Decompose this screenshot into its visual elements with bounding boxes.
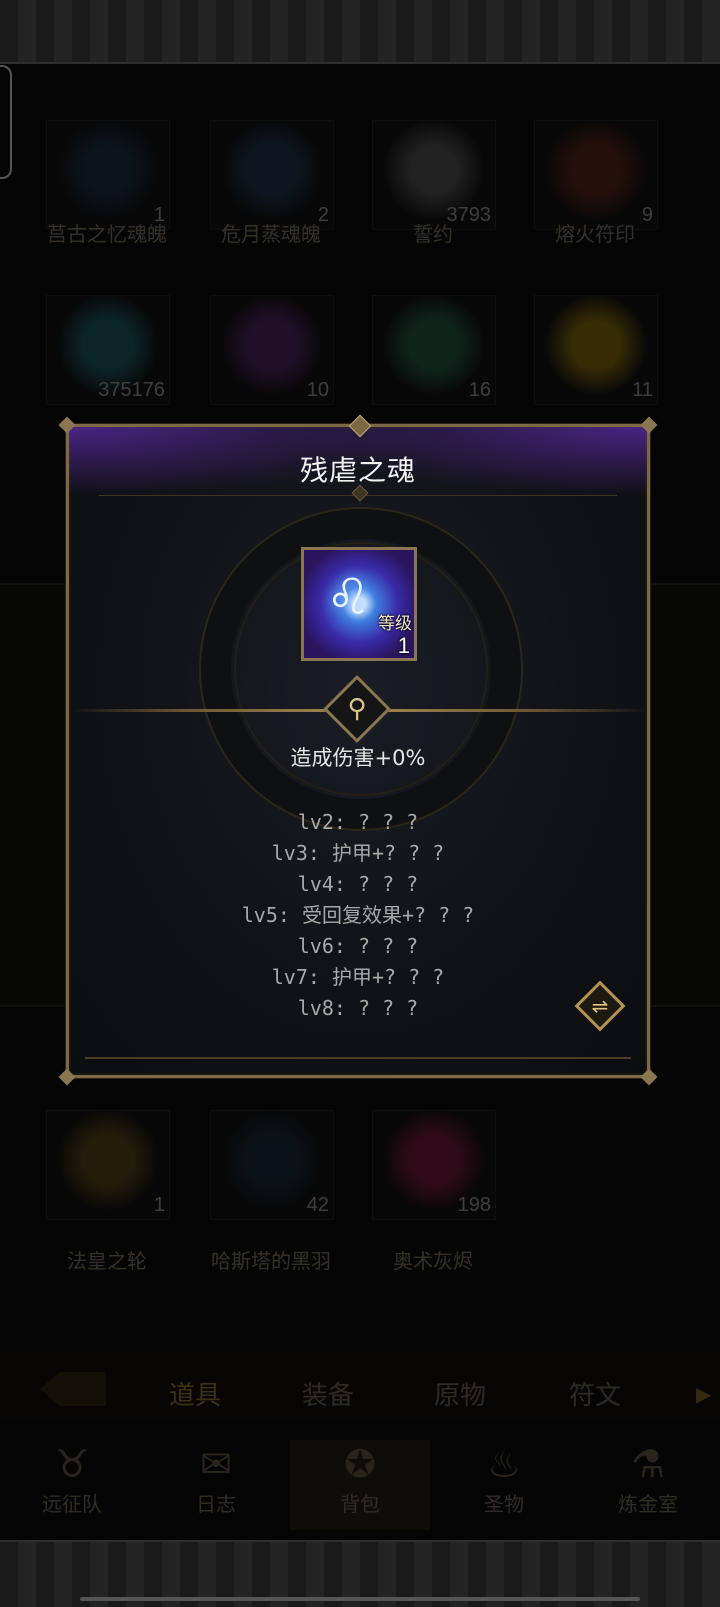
slot-count: 16 <box>468 379 491 401</box>
nav-expedition[interactable]: ♉ 远征队 <box>2 1440 142 1530</box>
inventory-slot[interactable]: 1 <box>46 120 170 230</box>
slot-name: 危月蒸魂魄 <box>221 222 321 246</box>
level-value: 1 <box>397 633 410 658</box>
level-row: lv3: 护甲+? ? ? <box>271 841 445 865</box>
level-row: lv6: ? ? ? <box>297 934 419 958</box>
level-row: lv8: ? ? ? <box>297 996 419 1020</box>
scroll-icon: ✉ <box>200 1442 232 1486</box>
expand-icon: ⇌ <box>591 994 609 1018</box>
inventory-slot[interactable]: 3793 <box>372 120 496 230</box>
inventory-slot[interactable]: 1 <box>46 1110 170 1220</box>
level-row: lv2: ? ? ? <box>297 810 419 834</box>
slot-name: 奥术灰烬 <box>393 1249 473 1273</box>
lion-soul-icon: ♌ <box>326 568 371 626</box>
inventory-slot[interactable]: 198 <box>372 1110 496 1220</box>
nav-alchemy[interactable]: ⚗ 炼金室 <box>578 1440 718 1530</box>
level-row: lv4: ? ? ? <box>297 872 419 896</box>
inventory-slot[interactable]: 42 <box>210 1110 334 1220</box>
magnifier-icon: ⚲ <box>347 694 367 724</box>
slot-name: 莒古之忆魂魄 <box>47 222 167 246</box>
nav-label: 背包 <box>340 1492 380 1516</box>
tab-items[interactable]: 道具 <box>145 1375 245 1412</box>
inventory-slot[interactable]: 375176 <box>46 295 170 405</box>
nav-label: 炼金室 <box>618 1492 678 1516</box>
soul-item-icon: ♌ 等级 1 <box>301 547 417 661</box>
nav-label: 圣物 <box>484 1492 524 1516</box>
level-row: lv5: 受回复效果+? ? ? <box>241 903 475 927</box>
level-list: lv2: ? ? ? lv3: 护甲+? ? ? lv4: ? ? ? lv5:… <box>69 807 647 1024</box>
slot-count: 375176 <box>98 379 165 401</box>
slot-count: 42 <box>306 1194 329 1216</box>
horned-helmet-icon: ♉ <box>54 1442 90 1486</box>
nav-bag[interactable]: ✪ 背包 <box>290 1440 430 1530</box>
bottom-divider <box>85 1057 631 1059</box>
inventory-slot[interactable]: 16 <box>372 295 496 405</box>
inventory-slot[interactable]: 11 <box>534 295 658 405</box>
nav-journal[interactable]: ✉ 日志 <box>146 1440 286 1530</box>
dialog-title: 残虐之魂 <box>299 454 416 487</box>
inventory-slot[interactable]: 10 <box>210 295 334 405</box>
nav-label: 远征队 <box>42 1492 102 1516</box>
nav-relics[interactable]: ♨ 圣物 <box>434 1440 574 1530</box>
slot-name: 熔火符印 <box>555 222 635 246</box>
slot-count: 1 <box>153 1194 165 1216</box>
inventory-slot[interactable]: 2 <box>210 120 334 230</box>
current-effect: 造成伤害+0% <box>290 746 426 770</box>
slot-name: 誓约 <box>413 222 453 246</box>
item-detail-dialog: 残虐之魂 ♌ 等级 1 ⚲ 造成伤害+0% lv2: ? ? ? lv3: 护甲… <box>58 414 658 1086</box>
slot-count: 10 <box>306 379 329 401</box>
alchemy-icon: ⚗ <box>630 1442 666 1486</box>
nav-label: 日志 <box>196 1492 236 1516</box>
home-indicator[interactable] <box>80 1597 640 1601</box>
bag-icon: ✪ <box>344 1442 376 1486</box>
tab-runes[interactable]: 符文 <box>545 1375 645 1412</box>
tab-equipment[interactable]: 装备 <box>278 1375 378 1412</box>
slot-name: 法皇之轮 <box>67 1249 147 1273</box>
slot-name: 哈斯塔的黑羽 <box>211 1249 331 1273</box>
slot-count: 198 <box>457 1194 491 1216</box>
inventory-slot[interactable]: 9 <box>534 120 658 230</box>
chevron-right-icon[interactable]: ▶ <box>696 1382 711 1406</box>
tab-materials[interactable]: 原物 <box>410 1375 510 1412</box>
level-label: 等级 <box>378 614 412 634</box>
level-row: lv7: 护甲+? ? ? <box>271 965 445 989</box>
brazier-icon: ♨ <box>486 1442 522 1486</box>
slot-count: 11 <box>632 379 653 401</box>
